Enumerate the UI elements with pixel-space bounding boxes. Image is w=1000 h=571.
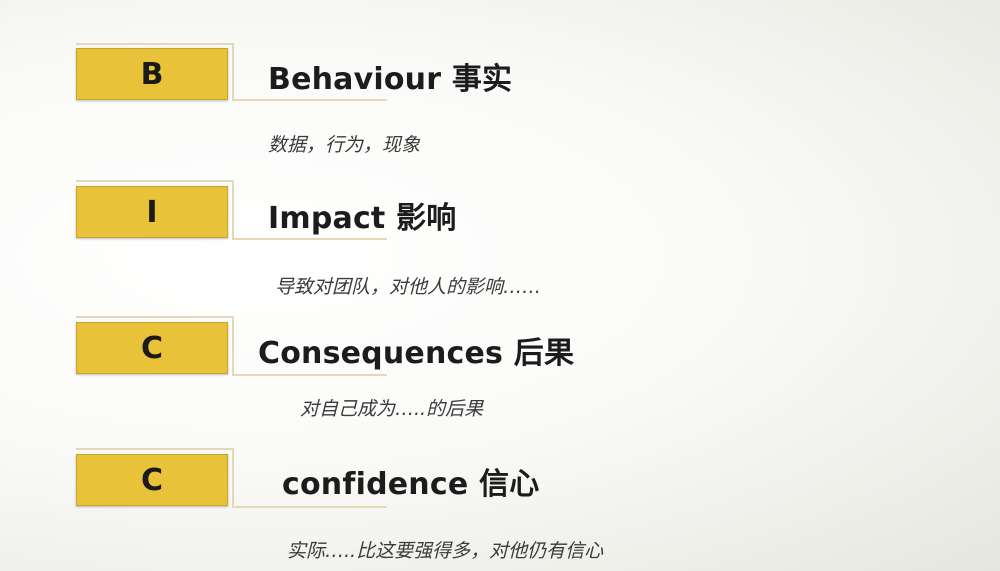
frame-line-top <box>76 448 234 450</box>
letter-box-c: C <box>76 454 228 506</box>
item-description: 实际…..比这要强得多，对他仍有信心 <box>287 540 604 562</box>
model-item-confidence: C confidence 信心 实际…..比这要强得多，对他仍有信心 <box>0 0 1000 571</box>
frame-line-side <box>232 448 234 506</box>
frame-line-bottom <box>232 506 387 508</box>
slide: B Behaviour 事实 数据，行为，现象 I Impact 影响 导致对团… <box>0 0 1000 571</box>
item-heading: confidence 信心 <box>282 467 540 502</box>
